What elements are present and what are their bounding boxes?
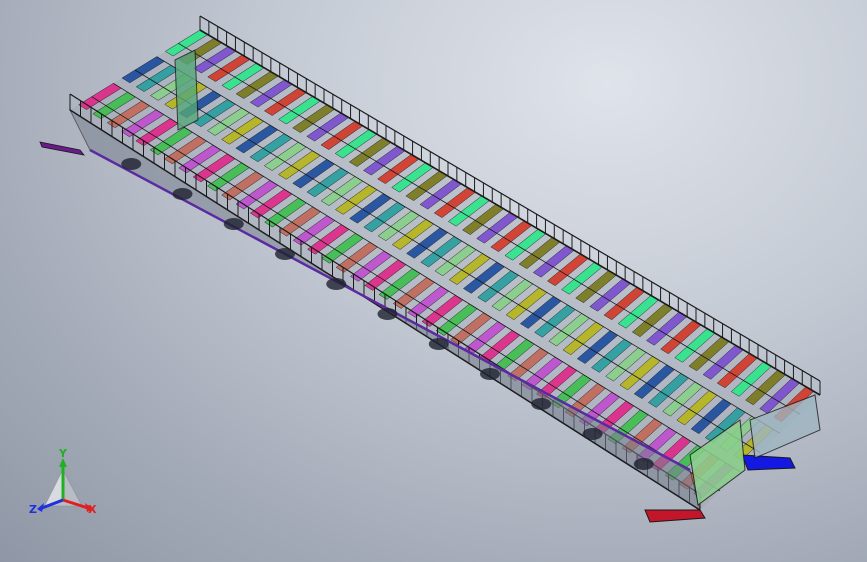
diaphragm-opening bbox=[377, 308, 398, 320]
end-plate-left bbox=[644, 509, 706, 523]
diaphragm-opening bbox=[121, 158, 142, 170]
diaphragm-opening bbox=[480, 368, 500, 380]
diaphragm-opening bbox=[531, 398, 552, 410]
stringer-line bbox=[113, 82, 741, 473]
diaphragm-opening bbox=[172, 188, 193, 200]
graphics-viewport[interactable]: Y X Z bbox=[0, 0, 867, 562]
diaphragm-opening bbox=[428, 338, 449, 350]
diaphragm-opening bbox=[326, 278, 347, 290]
y-axis-label: Y bbox=[59, 447, 67, 460]
axis-triad: Y X Z bbox=[26, 448, 106, 522]
z-axis-label: Z bbox=[29, 503, 37, 516]
diaphragm-opening bbox=[223, 218, 244, 230]
diaphragm-opening bbox=[275, 248, 295, 260]
diaphragm-opening bbox=[582, 428, 603, 440]
start-bulkhead bbox=[174, 49, 199, 131]
stringer-line bbox=[134, 69, 761, 453]
stringer-line bbox=[156, 56, 781, 434]
end-plate-far bbox=[39, 141, 85, 156]
diaphragm-opening bbox=[633, 458, 654, 470]
z-axis-arrow bbox=[37, 503, 44, 512]
bridge-frame-model[interactable] bbox=[0, 0, 867, 562]
x-axis-label: X bbox=[88, 503, 97, 516]
end-plate-right bbox=[741, 454, 796, 471]
model-geometry bbox=[39, 15, 821, 523]
